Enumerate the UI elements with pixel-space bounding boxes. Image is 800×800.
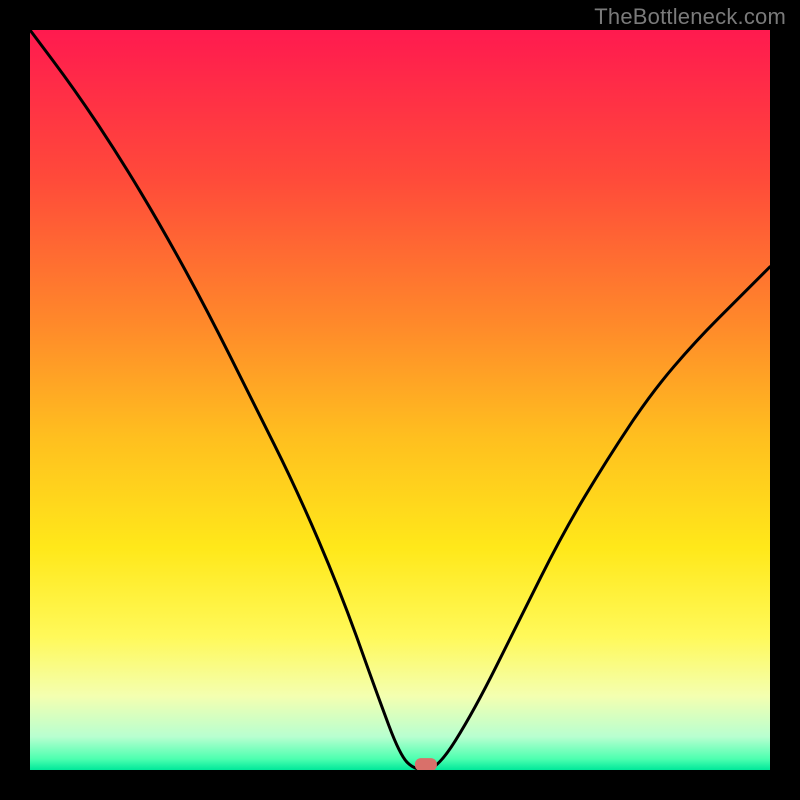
plot-area: [30, 30, 770, 770]
chart-frame: TheBottleneck.com: [0, 0, 800, 800]
optimum-marker: [415, 758, 437, 770]
gradient-background: [30, 30, 770, 770]
bottleneck-plot: [30, 30, 770, 770]
watermark-label: TheBottleneck.com: [594, 4, 786, 30]
